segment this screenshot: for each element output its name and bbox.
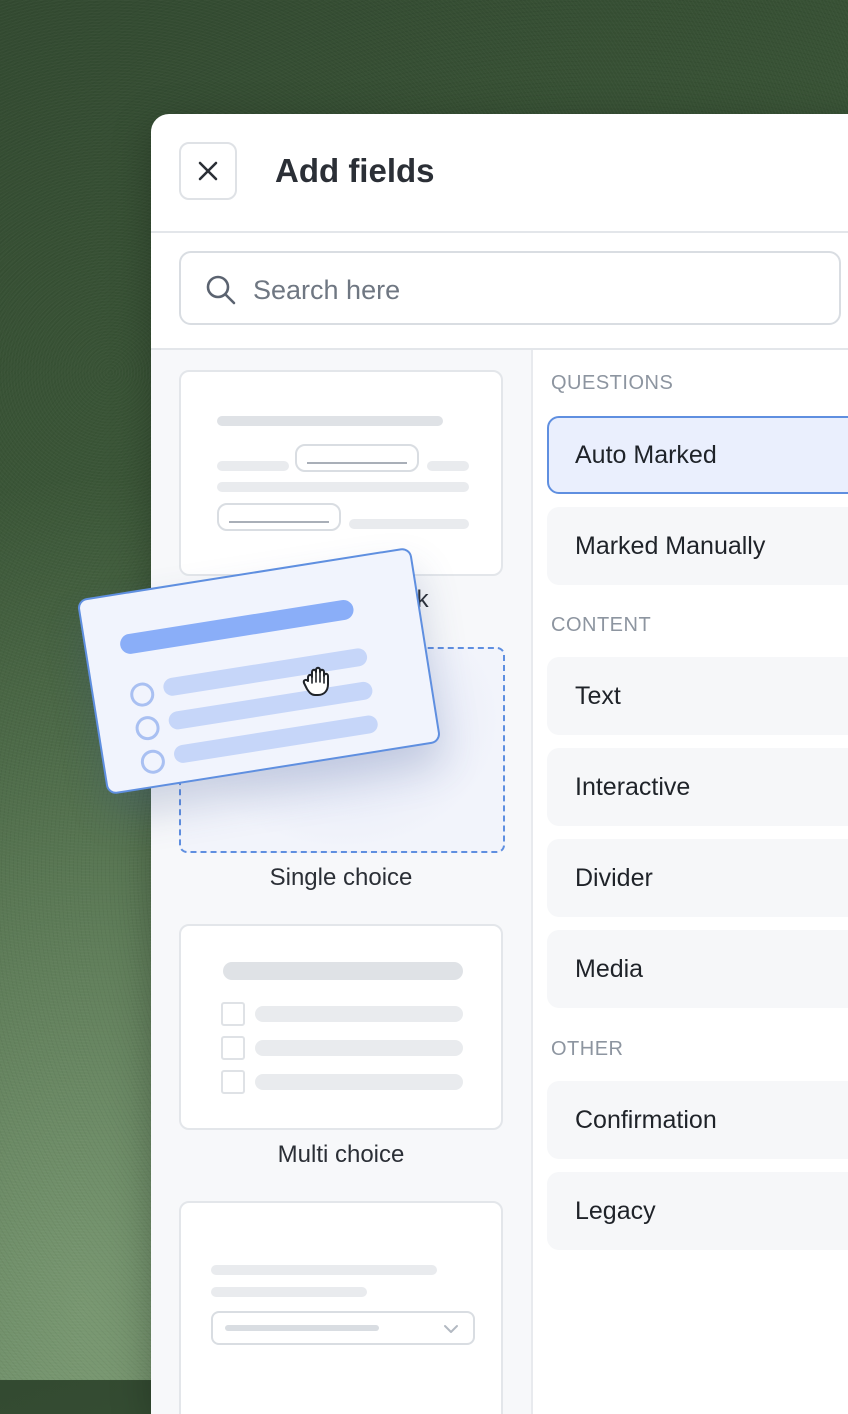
preview-bar <box>255 1074 463 1090</box>
radio-icon <box>139 747 167 776</box>
category-confirmation[interactable]: Confirmation <box>547 1081 848 1159</box>
field-type-gallery[interactable]: nk Single choice Multi choice <box>151 350 533 1414</box>
preview-bar <box>255 1040 463 1056</box>
preview-bar <box>211 1287 367 1297</box>
section-title-other: OTHER <box>551 1038 624 1060</box>
panel-header: Add fields <box>151 114 848 233</box>
category-auto-marked[interactable]: Auto Marked <box>547 416 848 494</box>
search-icon <box>206 275 236 305</box>
preview-bar <box>217 482 469 492</box>
dropdown-card[interactable] <box>179 1201 503 1414</box>
preview-bar <box>223 962 463 980</box>
preview-blank <box>295 444 419 472</box>
search-area <box>151 231 848 350</box>
preview-bar <box>349 519 469 529</box>
close-button[interactable] <box>179 142 237 200</box>
preview-bar <box>217 416 443 426</box>
preview-blank <box>217 503 341 531</box>
radio-icon <box>128 680 156 709</box>
checkbox-icon <box>221 1070 245 1094</box>
preview-bar <box>255 1006 463 1022</box>
multi-choice-card[interactable] <box>179 924 503 1130</box>
category-list: QUESTIONS Auto Marked Marked Manually CO… <box>533 350 848 1414</box>
preview-bar <box>211 1265 437 1275</box>
checkbox-icon <box>221 1036 245 1060</box>
category-marked-manually[interactable]: Marked Manually <box>547 507 848 585</box>
close-icon <box>198 161 218 181</box>
chevron-down-icon <box>444 1325 458 1333</box>
preview-select <box>211 1311 475 1345</box>
section-title-content: CONTENT <box>551 614 652 636</box>
preview-bar <box>118 598 355 656</box>
category-media[interactable]: Media <box>547 930 848 1008</box>
category-legacy[interactable]: Legacy <box>547 1172 848 1250</box>
category-interactive[interactable]: Interactive <box>547 748 848 826</box>
section-title-questions: QUESTIONS <box>551 372 674 394</box>
multi-choice-label: Multi choice <box>277 1141 405 1168</box>
page-title: Add fields <box>275 152 435 189</box>
search-box[interactable] <box>179 251 841 325</box>
category-text[interactable]: Text <box>547 657 848 735</box>
checkbox-icon <box>221 1002 245 1026</box>
single-choice-label: Single choice <box>269 864 413 891</box>
preview-bar <box>427 461 469 471</box>
radio-icon <box>133 714 162 742</box>
category-divider[interactable]: Divider <box>547 839 848 917</box>
preview-bar <box>217 461 289 471</box>
search-input[interactable] <box>251 267 815 313</box>
grab-cursor-icon <box>302 666 329 696</box>
fill-in-blank-card[interactable] <box>179 370 503 576</box>
